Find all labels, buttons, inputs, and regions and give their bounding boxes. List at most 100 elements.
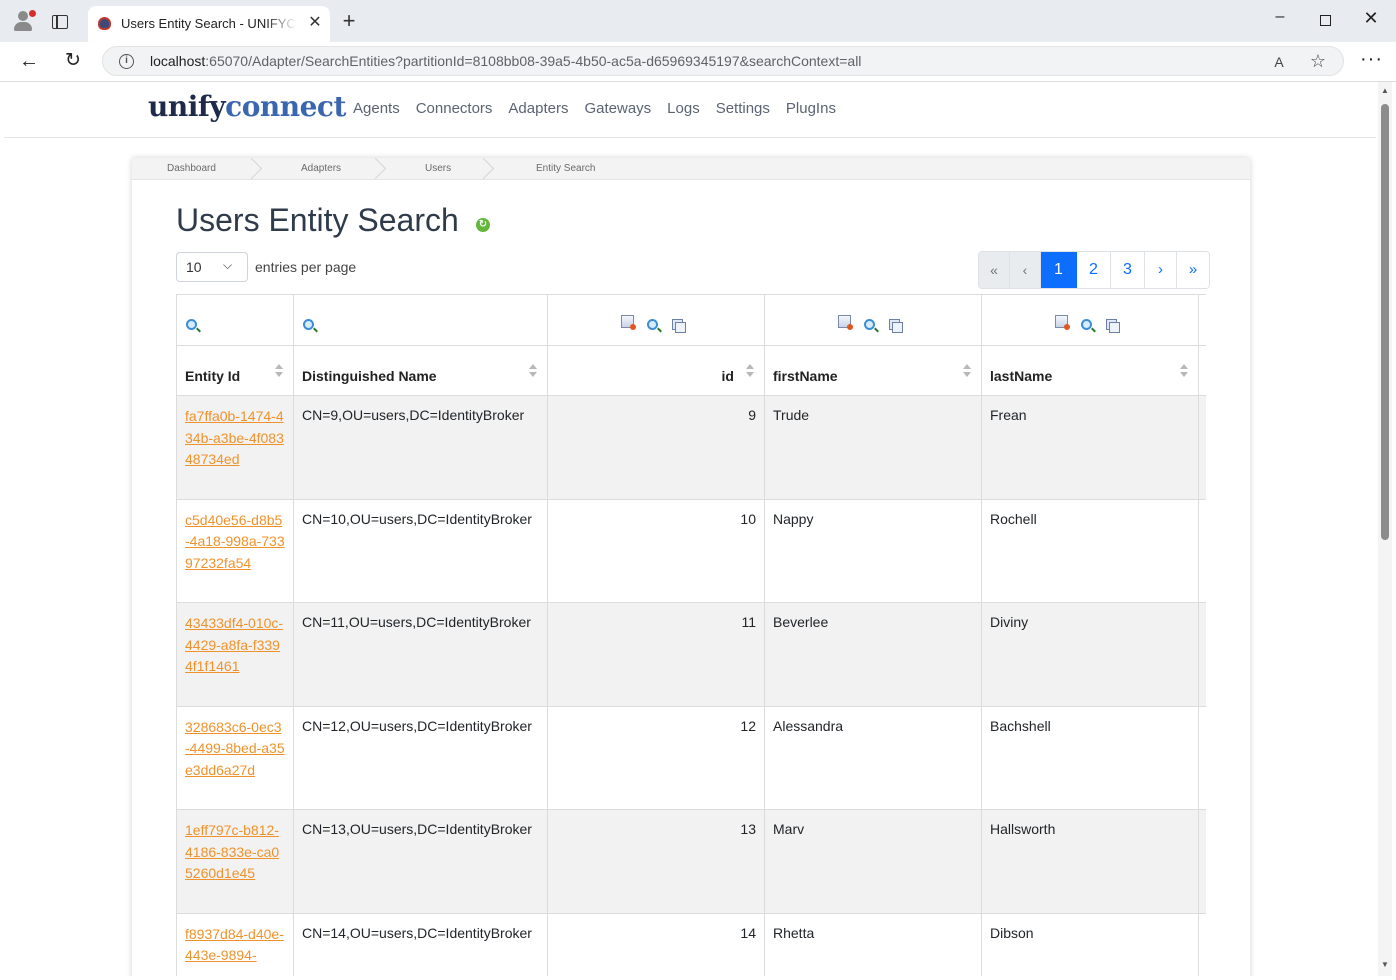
nav-plugins[interactable]: PlugIns [786,100,836,117]
profile-icon[interactable] [12,10,36,32]
column-header-lastname[interactable]: lastName [981,345,1199,396]
table-row: f8937d84-d40e-443e-9894- CN=14,OU=users,… [176,912,1206,976]
sort-icon[interactable] [746,364,754,380]
page-size-select[interactable]: 10 ⌵ [176,252,248,282]
reload-icon[interactable]: ↻ [62,50,84,72]
entity-id-link[interactable]: f8937d84-d40e-443e-9894- [177,914,293,967]
maximize-window-icon[interactable] [1320,15,1331,26]
firstname-cell: Nappy [773,510,814,527]
nav-gateways[interactable]: Gateways [584,100,651,117]
breadcrumb-entity-search: Entity Search [536,163,596,174]
address-toolbar: ← ↻ i localhost:65070/Adapter/SearchEnti… [0,42,1396,82]
firstname-cell: Beverlee [773,614,829,630]
breadcrumb-separator [244,158,256,180]
read-aloud-icon[interactable]: A [1269,52,1289,72]
nav-logs[interactable]: Logs [667,100,700,117]
column-header-id[interactable]: id [547,345,765,396]
page-viewport: unifyconnect Agents Connectors Adapters … [4,82,1376,976]
id-cell: 10 [740,510,756,527]
sort-icon[interactable] [1180,364,1188,380]
breadcrumb-adapters[interactable]: Adapters [301,163,341,174]
main-nav: Agents Connectors Adapters Gateways Logs… [353,100,852,117]
back-icon[interactable]: ← [18,50,40,72]
pagination-prev[interactable]: ‹ [1010,252,1041,288]
column-copy-icon[interactable] [1106,319,1120,333]
firstname-cell: Alessandra [773,717,844,734]
pagination-first[interactable]: « [979,252,1010,288]
favorite-star-icon[interactable]: ☆ [1308,51,1328,71]
column-tools [981,294,1199,346]
lastname-cell: Frean [990,407,1027,423]
lastname-cell: Bachshell [990,717,1051,734]
sort-icon[interactable] [275,364,283,380]
pagination-last[interactable]: » [1177,252,1209,288]
column-filter-icon[interactable] [1055,315,1070,330]
scrollbar-thumb[interactable] [1381,104,1389,540]
minimize-window-icon[interactable]: – [1270,8,1290,32]
entity-id-link[interactable]: 328683c6-0ec3-4499-8bed-a35e3dd6a27d [177,707,293,782]
column-overflow [1198,294,1206,346]
column-filter-icon[interactable] [621,315,636,330]
nav-settings[interactable]: Settings [716,100,770,117]
column-search-icon[interactable] [647,319,658,330]
url-text[interactable]: localhost:65070/Adapter/SearchEntities?p… [150,53,861,69]
column-header-label: Entity Id [185,368,241,384]
column-copy-icon[interactable] [672,319,686,333]
column-search-icon[interactable] [186,319,197,330]
column-overflow [1198,809,1206,914]
column-header-firstname[interactable]: firstName [764,345,982,396]
nav-adapters[interactable]: Adapters [508,100,568,117]
firstname-cell: Rhetta [773,924,815,941]
lastname-cell: Rochell [990,510,1037,527]
breadcrumb-dashboard[interactable]: Dashboard [167,163,216,174]
column-overflow [1198,912,1206,976]
scroll-down-icon[interactable]: ▼ [1381,960,1389,969]
column-search-icon[interactable] [303,319,314,330]
firstname-cell: Marv [773,821,805,837]
close-window-icon[interactable]: ✕ [1360,8,1382,32]
column-search-icon[interactable] [1081,319,1092,330]
column-copy-icon[interactable] [889,319,903,333]
browser-tab-strip: Users Entity Search - UNIFYConnect ✕ + –… [0,0,1396,42]
refresh-icon[interactable]: ↻ [476,218,490,232]
distinguished-name-cell: CN=11,OU=users,DC=IdentityBroker [302,614,531,630]
close-tab-icon[interactable]: ✕ [306,14,324,32]
page-scrollbar[interactable]: ▲ ▼ [1378,82,1392,976]
column-tools [176,294,294,346]
column-filter-icon[interactable] [838,315,853,330]
pagination-next[interactable]: › [1145,252,1177,288]
page-title: Users Entity Search [176,202,459,238]
breadcrumb-separator [368,158,380,180]
sort-icon[interactable] [529,364,537,380]
column-header-label: firstName [773,368,838,384]
nav-connectors[interactable]: Connectors [416,100,493,117]
nav-agents[interactable]: Agents [353,100,400,117]
column-overflow [1198,498,1206,603]
entity-id-link[interactable]: c5d40e56-d8b5-4a18-998a-73397232fa54 [177,500,293,575]
site-info-icon[interactable]: i [119,54,134,69]
url-bar[interactable]: i localhost:65070/Adapter/SearchEntities… [102,46,1344,76]
pagination-page-2[interactable]: 2 [1077,252,1111,288]
new-tab-icon[interactable]: + [338,10,360,32]
distinguished-name-cell: CN=12,OU=users,DC=IdentityBroker [302,717,532,734]
tab-actions-icon[interactable] [52,15,68,29]
unifyconnect-logo[interactable]: unifyconnect [148,90,346,123]
column-header-entity-id[interactable]: Entity Id [176,345,294,396]
tab-title: Users Entity Search - UNIFYConnect [121,16,296,34]
unify-favicon-icon [98,17,111,30]
more-menu-icon[interactable]: ··· [1360,49,1382,72]
browser-tab-active[interactable]: Users Entity Search - UNIFYConnect ✕ [88,6,330,42]
pagination-page-3[interactable]: 3 [1111,252,1145,288]
entity-id-link[interactable]: fa7ffa0b-1474-434b-a3be-4f08348734ed [177,396,293,471]
column-header-distinguished-name[interactable]: Distinguished Name [293,345,548,396]
breadcrumb-separator [476,158,488,180]
pagination-page-1[interactable]: 1 [1041,252,1077,288]
scroll-up-icon[interactable]: ▲ [1381,86,1389,95]
entity-id-link[interactable]: 1eff797c-b812-4186-833e-ca05260d1e45 [177,810,293,885]
column-header-label: id [721,368,734,384]
breadcrumb-users[interactable]: Users [425,163,451,174]
column-search-icon[interactable] [864,319,875,330]
distinguished-name-cell: CN=13,OU=users,DC=IdentityBroker [302,821,532,837]
sort-icon[interactable] [963,364,971,380]
entity-id-link[interactable]: 43433df4-010c-4429-a8fa-f3394f1f1461 [177,603,293,678]
